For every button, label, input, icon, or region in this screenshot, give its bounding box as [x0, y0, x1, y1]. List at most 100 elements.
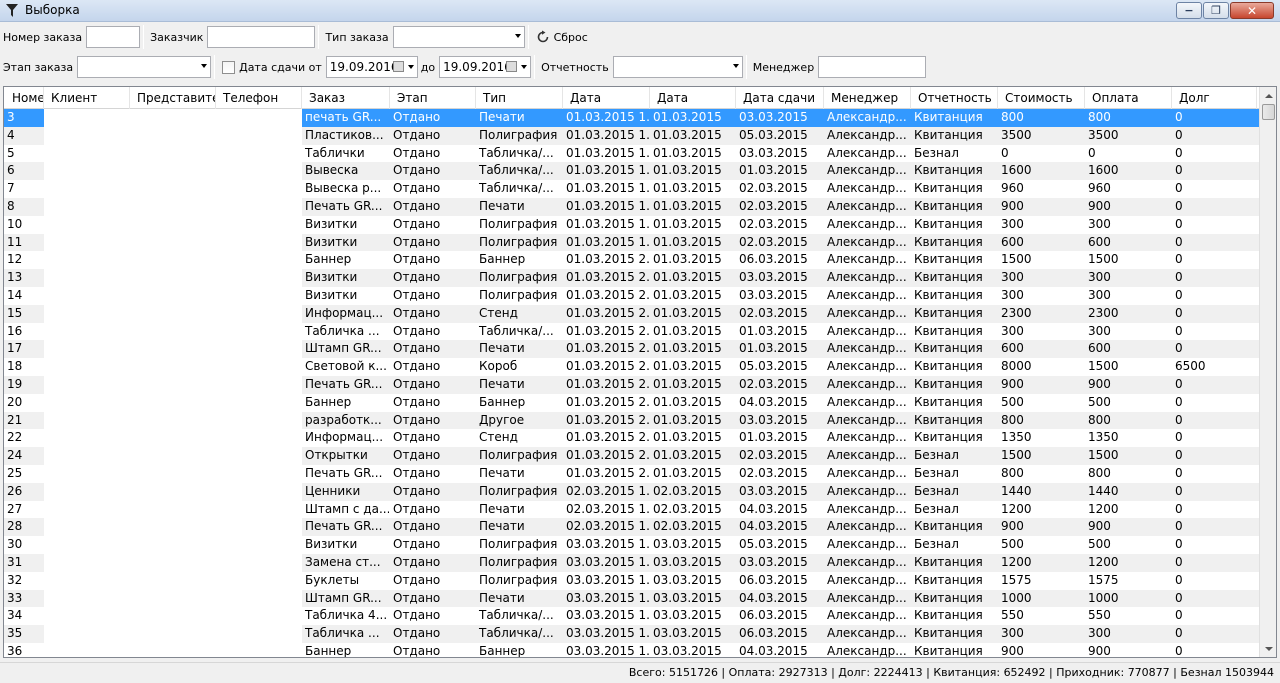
cell-col-debt: 0	[1175, 394, 1183, 409]
cell-col-representative	[130, 536, 216, 554]
table-row[interactable]: 33 Штамп GR... Отдано Печати 03.03.2015 1...…	[4, 589, 1261, 608]
stage-select[interactable]	[77, 56, 212, 78]
cell-col-stage: Отдано	[393, 234, 441, 249]
table-row[interactable]: 8 Печать GR... Отдано Печати 01.03.2015 1...…	[4, 197, 1261, 216]
table-row[interactable]: 11 Визитки Отдано Полиграфия 01.03.2015 1...…	[4, 233, 1261, 252]
table-row[interactable]: 25 Печать GR... Отдано Печати 01.03.2015 2..…	[4, 464, 1261, 483]
cell-col-phone	[216, 642, 302, 657]
maximize-button[interactable]: ❐	[1203, 2, 1229, 19]
scroll-down-arrow[interactable]	[1260, 640, 1276, 657]
cell-col-client	[44, 553, 130, 572]
table-row[interactable]: 19 Печать GR... Отдано Печати 01.03.2015 2..…	[4, 375, 1261, 394]
table-row[interactable]: 26 Ценники Отдано Полиграфия 02.03.2015 1...…	[4, 482, 1261, 501]
header-col-date[interactable]: Дата	[563, 87, 650, 109]
order-number-input[interactable]	[86, 26, 141, 48]
manager-input[interactable]	[818, 56, 927, 78]
table-row[interactable]: 28 Печать GR... Отдано Печати 02.03.2015 1..…	[4, 518, 1261, 537]
header-col-phone[interactable]: Телефон	[216, 87, 302, 109]
table-row[interactable]: 34 Табличка 4... Отдано Табличка/... 03.03.2…	[4, 607, 1261, 626]
table-row[interactable]: 7 Вывеска р... Отдано Табличка/... 01.03.201…	[4, 180, 1261, 198]
header-col-date-2[interactable]: Дата	[650, 87, 736, 109]
date-to-picker[interactable]: 19.09.2016	[439, 56, 532, 78]
cell-col-representative	[130, 162, 216, 181]
cell-col-payment: 500	[1088, 537, 1111, 552]
header-col-type[interactable]: Тип	[476, 87, 563, 109]
orders-table-viewport: НомерКлиентПредставительТелефонЗаказЭтап…	[4, 87, 1261, 657]
header-col-payment[interactable]: Оплата	[1085, 87, 1172, 109]
header-col-due-date[interactable]: Дата сдачи	[736, 87, 824, 109]
cell-col-order: Табличка 4...	[305, 608, 388, 623]
table-row[interactable]: 18 Световой к... Отдано Короб 01.03.2015 2..…	[4, 358, 1261, 376]
scroll-thumb[interactable]	[1262, 104, 1275, 120]
table-row[interactable]: 31 Замена ст... Отдано Полиграфия 03.03.2015…	[4, 553, 1261, 572]
customer-label: Заказчик	[150, 30, 204, 44]
table-row[interactable]: 21 разработк... Отдано Другое 01.03.2015 2..…	[4, 411, 1261, 430]
date-from-picker[interactable]: 19.09.2016	[325, 56, 418, 78]
table-row[interactable]: 6 Вывеска Отдано Табличка/... 01.03.2015 1..…	[4, 162, 1261, 181]
header-col-cost[interactable]: Стоимость	[998, 87, 1085, 109]
scroll-up-arrow[interactable]	[1260, 87, 1276, 104]
cell-col-manager: Александр...	[827, 145, 907, 160]
cell-col-stage: Отдано	[393, 394, 441, 409]
header-col-reporting[interactable]: Отчетность	[911, 87, 998, 109]
vertical-scrollbar[interactable]	[1259, 87, 1276, 657]
header-col-client[interactable]: Клиент	[44, 87, 130, 109]
table-row[interactable]: 20 Баннер Отдано Баннер 01.03.2015 2... 01.03…	[4, 393, 1261, 412]
cell-col-reporting: Безнал	[914, 483, 959, 498]
table-row[interactable]: 13 Визитки Отдано Полиграфия 01.03.2015 2...…	[4, 269, 1261, 287]
table-row[interactable]: 17 Штамп GR... Отдано Печати 01.03.2015 2...…	[4, 340, 1261, 359]
cell-col-stage: Отдано	[393, 287, 441, 302]
table-row[interactable]: 16 Табличка ... Отдано Табличка/... 01.03.20…	[4, 322, 1261, 341]
table-row[interactable]: 3 печать GR... Отдано Печати 01.03.2015 1...…	[4, 109, 1261, 127]
close-button[interactable]: ✕	[1230, 2, 1274, 19]
header-col-number[interactable]: Номер	[4, 87, 44, 109]
cell-col-representative	[130, 322, 216, 341]
table-row[interactable]: 22 Информац... Отдано Стенд 01.03.2015 2... 0…	[4, 429, 1261, 448]
header-col-manager[interactable]: Менеджер	[824, 87, 911, 109]
cell-col-number: 10	[7, 216, 23, 231]
cell-col-reporting: Квитанция	[914, 181, 983, 196]
table-row[interactable]: 35 Табличка ... Отдано Табличка/... 03.03.20…	[4, 625, 1261, 643]
cell-col-cost: 550	[1001, 608, 1024, 623]
minimize-button[interactable]: −	[1176, 2, 1202, 19]
cell-col-cost: 300	[1001, 216, 1024, 231]
table-row[interactable]: 30 Визитки Отдано Полиграфия 03.03.2015 1...…	[4, 536, 1261, 554]
header-col-stage[interactable]: Этап	[390, 87, 476, 109]
table-row[interactable]: 32 Буклеты Отдано Полиграфия 03.03.2015 1...…	[4, 571, 1261, 590]
table-row[interactable]: 5 Таблички Отдано Табличка/... 01.03.2015 1.…	[4, 144, 1261, 163]
orders-table[interactable]: НомерКлиентПредставительТелефонЗаказЭтап…	[3, 86, 1277, 658]
cell-col-date: 03.03.2015 1...	[566, 554, 650, 569]
table-row[interactable]: 27 Штамп с да... Отдано Печати 02.03.2015 1.…	[4, 500, 1261, 519]
header-col-representative[interactable]: Представитель	[130, 87, 216, 109]
table-row[interactable]: 14 Визитки Отдано Полиграфия 01.03.2015 2...…	[4, 286, 1261, 305]
cell-col-payment: 1575	[1088, 572, 1119, 587]
cell-col-cost: 600	[1001, 234, 1024, 249]
cell-col-type: Полиграфия	[479, 483, 558, 498]
table-row[interactable]: 36 Баннер Отдано Баннер 03.03.2015 1... 03.03…	[4, 642, 1261, 657]
cell-col-order: Штамп с да...	[305, 501, 390, 516]
cell-col-due-date: 02.03.2015	[739, 234, 808, 249]
reporting-select[interactable]	[612, 56, 743, 78]
cell-col-order: Вывеска р...	[305, 181, 382, 196]
table-row[interactable]: 4 Пластиков... Отдано Полиграфия 01.03.2015 …	[4, 126, 1261, 145]
table-row[interactable]: 24 Открытки Отдано Полиграфия 01.03.2015 2..…	[4, 447, 1261, 465]
cell-col-stage: Отдано	[393, 110, 441, 124]
cell-col-order: Замена ст...	[305, 554, 381, 569]
reset-button[interactable]: Сброс	[532, 30, 592, 44]
table-row[interactable]: 10 Визитки Отдано Полиграфия 01.03.2015 1...…	[4, 215, 1261, 234]
status-bar: Всего: 5151726 | Оплата: 2927313 | Долг:…	[0, 662, 1280, 683]
date-from-value: 19.09.2016	[329, 60, 399, 74]
due-date-checkbox[interactable]	[222, 60, 236, 74]
cell-col-type: Табличка/...	[479, 608, 554, 623]
customer-input[interactable]	[207, 26, 316, 48]
cell-col-date: 01.03.2015 1...	[566, 110, 650, 124]
table-row[interactable]: 15 Информац... Отдано Стенд 01.03.2015 2... 0…	[4, 304, 1261, 323]
order-type-select[interactable]	[392, 26, 525, 48]
cell-col-type: Печати	[479, 376, 525, 391]
table-row[interactable]: 12 Баннер Отдано Баннер 01.03.2015 2... 01.03…	[4, 251, 1261, 270]
cell-col-date-2: 02.03.2015	[653, 483, 722, 498]
cell-col-date: 03.03.2015 1...	[566, 626, 650, 641]
header-col-debt[interactable]: Долг	[1172, 87, 1257, 109]
cell-col-payment: 800	[1088, 412, 1111, 427]
header-col-order[interactable]: Заказ	[302, 87, 390, 109]
